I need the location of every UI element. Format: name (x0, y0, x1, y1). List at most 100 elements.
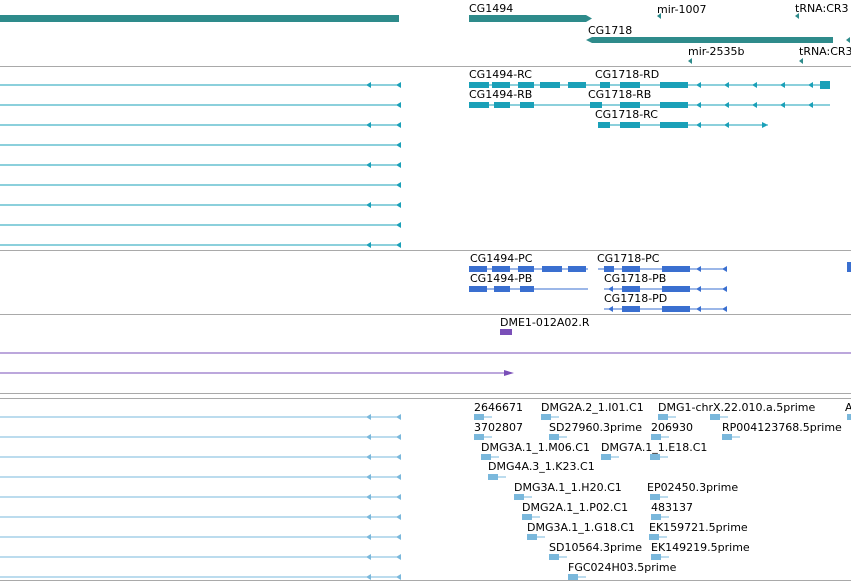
gene-label[interactable]: CG1718 (588, 24, 632, 37)
strand-arrow-icon (396, 434, 401, 440)
strand-arrow-icon (396, 574, 401, 580)
est-feature (650, 454, 660, 460)
est-label[interactable]: DMG2A.2_1.I01.C1 (541, 401, 644, 414)
est-features (474, 414, 851, 580)
protein-label[interactable]: CG1718-PC (597, 252, 660, 265)
exon (469, 102, 489, 108)
est-feature (847, 414, 851, 420)
arrow-left-icon (846, 37, 850, 43)
strand-arrow-icon (396, 514, 401, 520)
gene-bar[interactable] (0, 15, 399, 22)
est-label[interactable]: DMG7A.1_1.E18.C1 (601, 441, 707, 454)
strand-arrow-icon (752, 82, 757, 88)
strand-arrow-icon (396, 534, 401, 540)
strand-arrow-icon (780, 82, 785, 88)
strand-arrow-icon (366, 122, 371, 128)
strand-arrow-icon (366, 574, 371, 580)
est-label[interactable]: DMG4A.3_1.K23.C1 (488, 460, 595, 473)
strand-arrow-icon (722, 286, 727, 292)
strand-arrow-icon (696, 306, 701, 312)
strand-arrow-icon (696, 286, 701, 292)
oligo-track: DME1-012A02.R (0, 316, 851, 376)
est-label[interactable]: SD27960.3prime (549, 421, 642, 434)
est-label[interactable]: DMG2A.1_1.P02.C1 (522, 501, 628, 514)
strand-arrow-icon (396, 222, 401, 228)
est-feature (649, 534, 659, 540)
strand-arrow-icon (366, 454, 371, 460)
cds (469, 286, 487, 292)
exon (660, 122, 688, 128)
cds (622, 306, 640, 312)
est-feature (514, 494, 524, 500)
strand-arrow-icon (696, 266, 701, 272)
est-label[interactable]: EK149219.5prime (651, 541, 750, 554)
cds (542, 266, 562, 272)
est-label[interactable]: EK159721.5prime (649, 521, 748, 534)
strand-arrow-icon (366, 242, 371, 248)
gene-label[interactable]: mir-2535b (688, 45, 745, 58)
est-label[interactable]: 2646671 (474, 401, 523, 414)
est-label[interactable]: SD10564.3prime (549, 541, 642, 554)
strand-arrow-icon (366, 162, 371, 168)
exon (540, 82, 560, 88)
transcript-label[interactable]: CG1718-RC (595, 108, 658, 121)
transcript-label[interactable]: CG1718-RD (595, 68, 659, 81)
oligo-feature[interactable] (500, 329, 512, 335)
strand-arrow-icon (396, 202, 401, 208)
strand-arrow-icon (808, 82, 813, 88)
oligo-arrow-icon (504, 370, 514, 376)
est-label[interactable]: DMG3A.1_1.G18.C1 (527, 521, 635, 534)
est-feature (549, 434, 559, 440)
est-feature (651, 434, 661, 440)
gene-label[interactable]: tRNA:CR3 (799, 45, 851, 58)
transcript-label[interactable]: CG1494-RC (469, 68, 532, 81)
transcript-label[interactable]: CG1718-RB (588, 88, 651, 101)
est-label[interactable]: RP004123768.5prime (722, 421, 842, 434)
strand-arrow-icon (396, 474, 401, 480)
gene-label[interactable]: tRNA:CR3 (795, 2, 849, 15)
est-feature (722, 434, 732, 440)
est-label[interactable]: 206930 (651, 421, 693, 434)
protein-label[interactable]: CG1718-PD (604, 292, 667, 305)
gene-label[interactable]: mir-1007 (657, 3, 707, 16)
est-feature (527, 534, 537, 540)
protein-label[interactable]: CG1494-PB (470, 272, 532, 285)
gene-bar-cg1718[interactable] (592, 37, 833, 43)
strand-arrow-icon (696, 102, 701, 108)
est-label[interactable]: DMG1-chrX.22.010.a.5prime (658, 401, 816, 414)
strand-arrow-icon (722, 266, 727, 272)
est-label[interactable]: 3702807 (474, 421, 523, 434)
est-feature (488, 474, 498, 480)
est-label[interactable]: FGC024H03.5prime (568, 561, 677, 574)
strand-arrow-icon (808, 102, 813, 108)
gene-track: CG1494 mir-1007 tRNA:CR3 CG1718 mir-2535… (0, 2, 851, 64)
strand-arrow-icon (724, 82, 729, 88)
genome-browser-viewer[interactable]: CG1494 mir-1007 tRNA:CR3 CG1718 mir-2535… (0, 0, 851, 582)
strand-arrow-icon (752, 102, 757, 108)
gene-bar-cg1494[interactable] (469, 15, 586, 22)
strand-arrow-icon (696, 122, 701, 128)
est-feature (474, 434, 484, 440)
est-label[interactable]: 483137 (651, 501, 693, 514)
est-left-lines (0, 414, 401, 580)
strand-arrow-icon (396, 162, 401, 168)
strand-arrow-icon (396, 122, 401, 128)
gene-label[interactable]: CG1494 (469, 2, 513, 15)
est-label[interactable]: A (845, 401, 851, 414)
exon (820, 81, 830, 89)
est-label[interactable]: DMG3A.1_1.M06.C1 (481, 441, 590, 454)
transcript-label[interactable]: CG1494-RB (469, 88, 532, 101)
strand-arrow-icon (396, 454, 401, 460)
strand-arrow-icon (396, 182, 401, 188)
strand-arrow-icon (696, 82, 701, 88)
protein-label[interactable]: CG1494-PC (470, 252, 533, 265)
strand-arrow-icon (724, 122, 729, 128)
est-label[interactable]: DMG3A.1_1.H20.C1 (514, 481, 622, 494)
protein-label[interactable]: CG1718-PB (604, 272, 666, 285)
est-feature (651, 514, 661, 520)
est-label[interactable]: EP02450.3prime (647, 481, 738, 494)
strand-arrow-icon (366, 202, 371, 208)
arrow-right-icon (586, 15, 592, 22)
oligo-label[interactable]: DME1-012A02.R (500, 316, 590, 329)
strand-arrow-icon (366, 534, 371, 540)
